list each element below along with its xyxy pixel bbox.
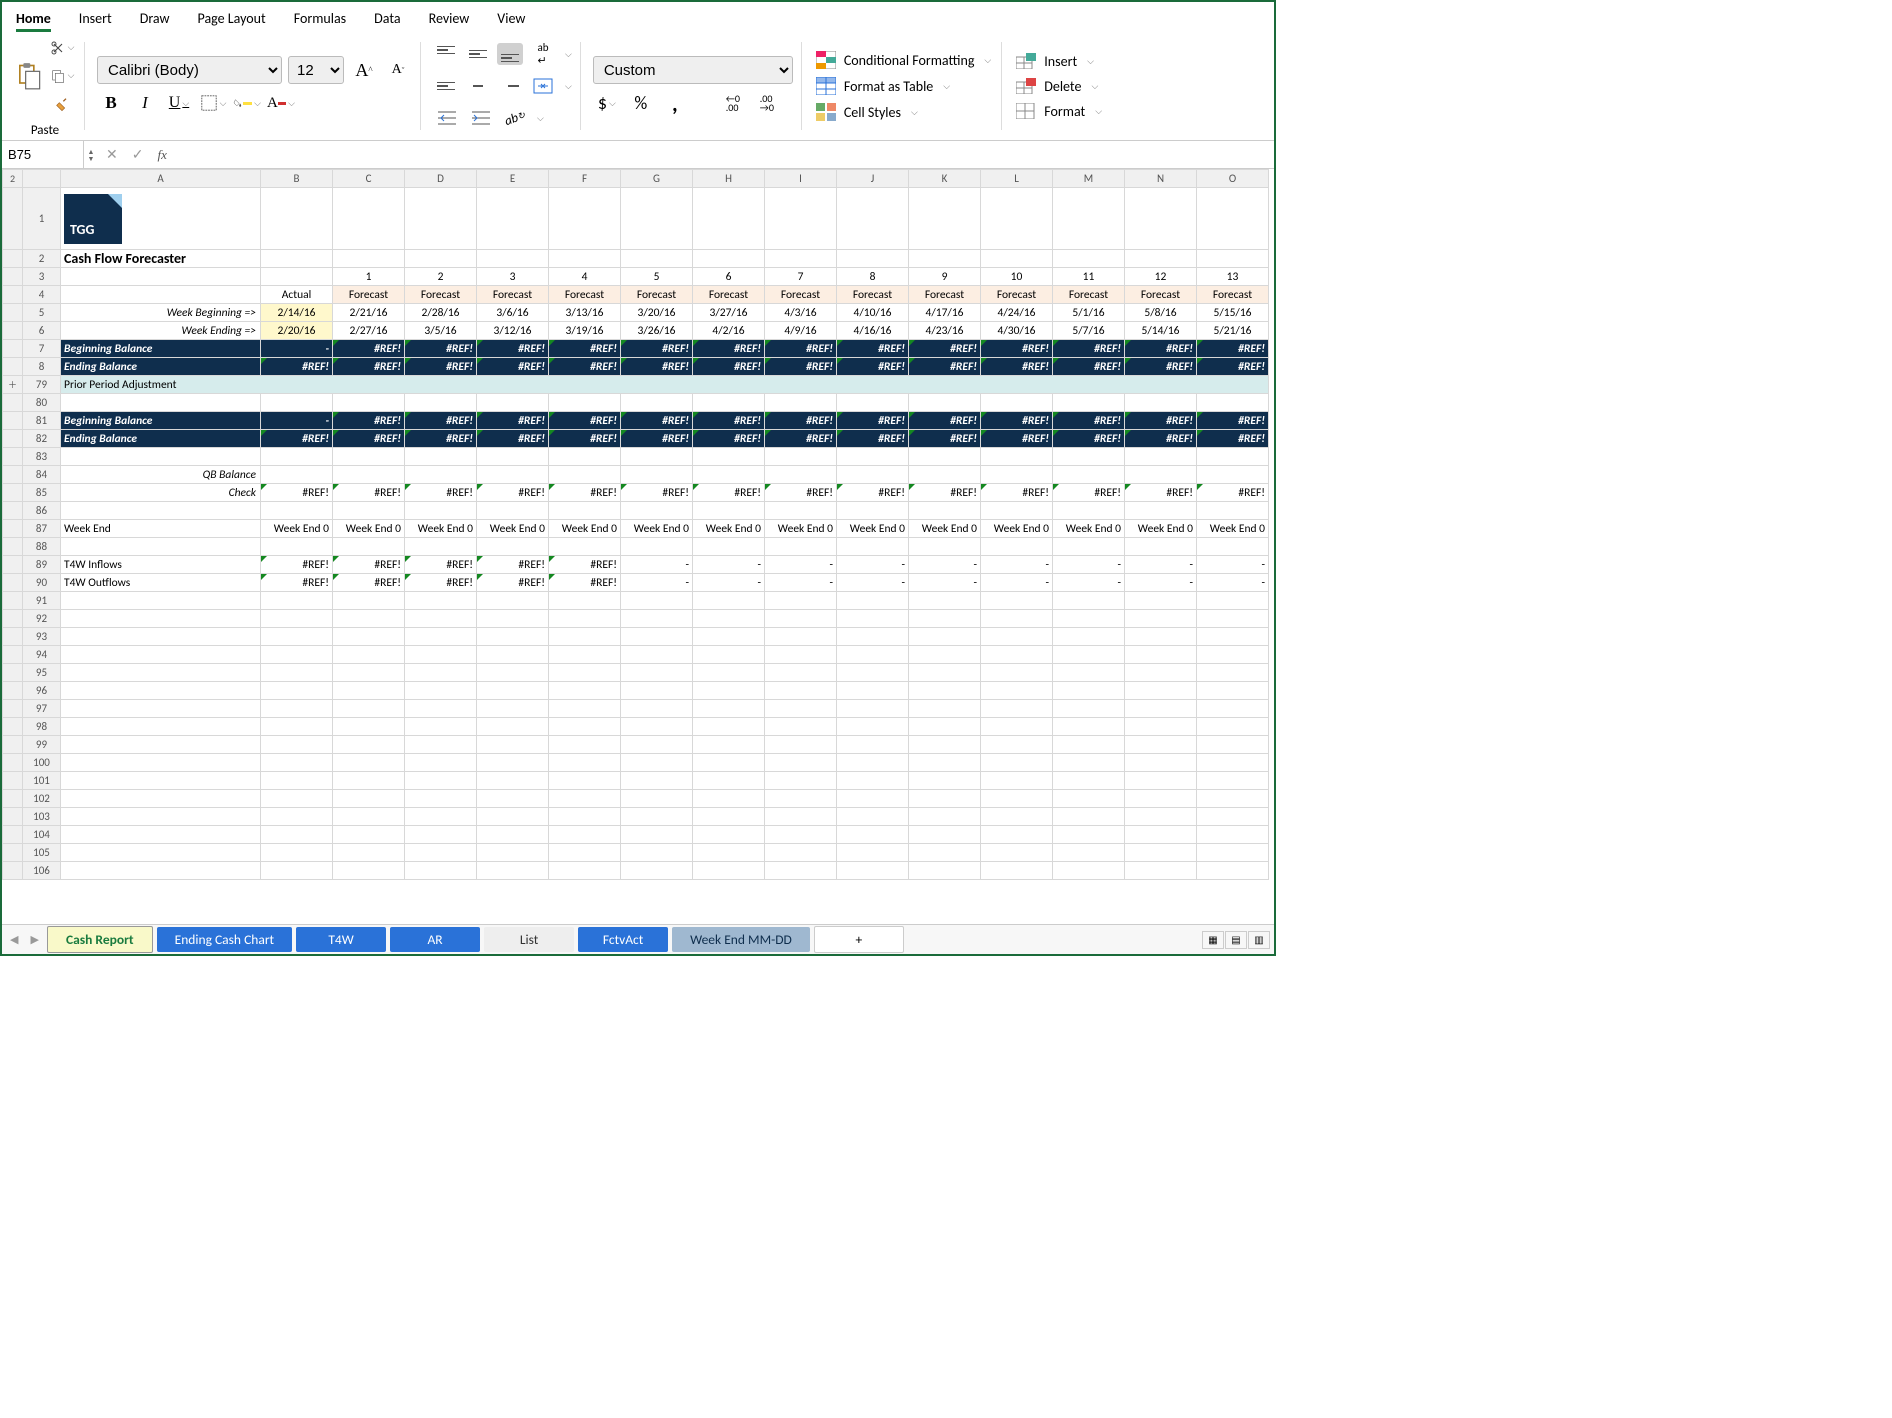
increase-indent-icon[interactable] [467,105,495,131]
tab-review[interactable]: Review [429,8,470,32]
align-center-icon[interactable] [465,75,491,97]
italic-icon[interactable]: I [131,90,159,116]
ribbon-tabs: Home Insert Draw Page Layout Formulas Da… [2,2,1274,36]
tab-formulas[interactable]: Formulas [294,8,346,32]
wrap-text-icon[interactable]: ab↵ [529,41,557,67]
col-I[interactable]: I [765,170,837,188]
select-all[interactable] [23,170,61,188]
row-2[interactable]: 2 [23,250,61,268]
col-A[interactable]: A [61,170,261,188]
col-L[interactable]: L [981,170,1053,188]
col-K[interactable]: K [909,170,981,188]
view-pagebreak-icon[interactable]: ▥ [1248,931,1270,949]
decrease-indent-icon[interactable] [433,105,461,131]
fill-color-icon[interactable]: ⌵ [233,90,261,116]
sheet-ar[interactable]: AR [390,927,480,952]
col-B[interactable]: B [261,170,333,188]
align-top-icon[interactable] [433,43,459,65]
font-color-icon[interactable]: A⌵ [267,90,295,116]
spreadsheet-grid[interactable]: 2 A B C D E F G H I J K L M N O 1TGG 2Ca… [2,169,1274,880]
tab-data[interactable]: Data [374,8,400,32]
conditional-formatting-button[interactable]: Conditional Formatting⌵ [814,49,993,71]
logo: TGG [64,194,122,244]
insert-cells-button[interactable]: Insert⌵ [1014,51,1104,72]
sheet-tabs: ◀ ▶ Cash Report Ending Cash Chart T4W AR… [2,924,1274,954]
col-H[interactable]: H [693,170,765,188]
name-box-spinner[interactable]: ▲▼ [84,148,98,162]
col-N[interactable]: N [1125,170,1197,188]
row-1[interactable]: 1 [23,188,61,250]
paste-button[interactable] [14,61,42,91]
align-right-icon[interactable] [497,75,523,97]
col-J[interactable]: J [837,170,909,188]
view-normal-icon[interactable]: ▦ [1202,931,1224,949]
formula-bar[interactable] [171,141,1274,168]
percent-icon[interactable]: % [627,90,655,116]
format-cells-button[interactable]: Format⌵ [1014,101,1104,122]
format-as-table-button[interactable]: Format as Table⌵ [814,75,993,97]
currency-icon[interactable]: $⌵ [593,90,621,116]
orientation-icon[interactable]: ab↻ [497,101,532,135]
increase-decimal-icon[interactable]: ←0.00 [719,90,747,116]
tab-view[interactable]: View [497,8,525,32]
align-bottom-icon[interactable] [497,43,523,65]
sheet-nav-next[interactable]: ▶ [26,933,42,946]
underline-icon[interactable]: U⌵ [165,90,193,116]
outline-col[interactable]: 2 [3,170,23,188]
comma-icon[interactable]: , [661,90,689,116]
sheet-list[interactable]: List [484,927,574,952]
fx-icon[interactable]: fx [149,147,170,163]
copy-icon[interactable]: ⌵ [48,63,76,89]
prior-period-adj[interactable]: Prior Period Adjustment [61,376,1269,394]
confirm-formula-icon[interactable]: ✓ [126,146,150,163]
col-E[interactable]: E [477,170,549,188]
col-G[interactable]: G [621,170,693,188]
format-painter-icon[interactable] [48,91,76,117]
number-format-select[interactable]: Custom [593,56,793,84]
cancel-formula-icon[interactable]: ✕ [98,146,126,163]
align-middle-icon[interactable] [465,43,491,65]
col-O[interactable]: O [1197,170,1269,188]
sheet-weekend[interactable]: Week End MM-DD [672,927,810,952]
font-name-select[interactable]: Calibri (Body) [97,56,282,84]
view-pagelayout-icon[interactable]: ▤ [1225,931,1247,949]
tab-insert[interactable]: Insert [79,8,112,32]
decrease-font-icon[interactable]: Aˇ [384,57,412,83]
cut-icon[interactable]: ⌵ [48,35,76,61]
tab-pagelayout[interactable]: Page Layout [198,8,266,32]
name-box[interactable] [2,141,84,168]
ribbon: ⌵ ⌵ Paste Calibri (Body) 12 A^ Aˇ B I U⌵… [2,36,1274,141]
cell-styles-button[interactable]: Cell Styles⌵ [814,101,993,123]
merge-cells-icon[interactable] [529,73,557,99]
decrease-decimal-icon[interactable]: .00→0 [753,90,781,116]
font-size-select[interactable]: 12 [288,56,344,84]
align-left-icon[interactable] [433,75,459,97]
sheet-nav-prev[interactable]: ◀ [6,933,22,946]
paste-label: Paste [14,123,76,138]
delete-cells-button[interactable]: Delete⌵ [1014,76,1104,97]
sheet-add[interactable]: + [814,926,904,953]
col-M[interactable]: M [1053,170,1125,188]
tab-draw[interactable]: Draw [140,8,170,32]
sheet-fctvact[interactable]: FctvAct [578,927,668,952]
col-F[interactable]: F [549,170,621,188]
sheet-cash-report[interactable]: Cash Report [47,926,153,953]
increase-font-icon[interactable]: A^ [350,57,378,83]
col-C[interactable]: C [333,170,405,188]
sheet-ending-cash[interactable]: Ending Cash Chart [157,927,292,952]
sheet-t4w[interactable]: T4W [296,927,386,952]
border-icon[interactable]: ⌵ [199,90,227,116]
formula-bar-row: ▲▼ ✕ ✓ fx [2,141,1274,169]
tab-home[interactable]: Home [16,8,51,32]
title-cell[interactable]: Cash Flow Forecaster [61,250,261,268]
bold-icon[interactable]: B [97,90,125,116]
col-D[interactable]: D [405,170,477,188]
